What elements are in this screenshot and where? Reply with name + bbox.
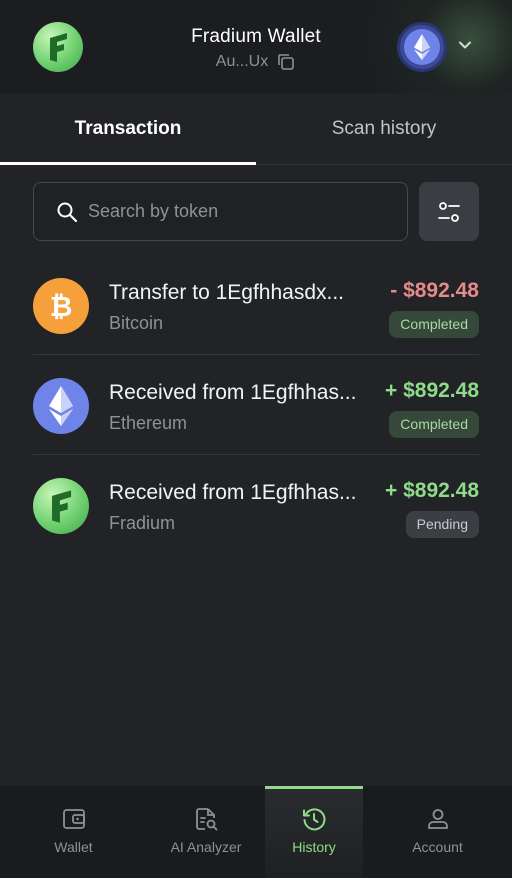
user-icon — [428, 809, 448, 829]
nav-wallet[interactable]: Wallet — [0, 786, 147, 878]
bitcoin-icon: ₿ — [33, 278, 89, 334]
status-badge: Pending — [405, 511, 479, 538]
app-title: Fradium Wallet — [191, 26, 321, 47]
transaction-title: Received from 1Egfhhas... — [109, 381, 357, 404]
nav-account[interactable]: Account — [363, 786, 512, 878]
search-input[interactable] — [88, 183, 398, 240]
fradium-logo-icon — [33, 22, 83, 72]
transaction-token: Bitcoin — [109, 313, 164, 333]
transaction-row[interactable]: ₿ Transfer to 1Egfhhasdx... Bitcoin - $8… — [33, 255, 479, 355]
tab-scan-history[interactable]: Scan history — [256, 93, 512, 165]
transaction-token: Fradium — [109, 513, 176, 533]
nav-label: Wallet — [54, 839, 93, 855]
transaction-amount: + $892.48 — [384, 379, 479, 402]
transaction-token: Ethereum — [109, 413, 188, 433]
svg-text:₿: ₿ — [50, 290, 73, 323]
bottom-navigation: Wallet AI Analyzer History Account — [0, 786, 512, 878]
nav-label: AI Analyzer — [170, 839, 242, 855]
filter-sliders-icon — [438, 202, 460, 222]
nav-label: Account — [412, 839, 463, 855]
status-badge: Completed — [389, 311, 479, 338]
active-nav-indicator — [265, 786, 363, 789]
transaction-row[interactable]: Received from 1Egfhhas... Fradium + $892… — [33, 455, 479, 555]
transaction-title: Received from 1Egfhhas... — [109, 481, 357, 504]
transaction-amount: + $892.48 — [384, 479, 479, 502]
ethereum-icon — [404, 29, 440, 65]
nav-history[interactable]: History — [265, 786, 363, 878]
nav-ai-analyzer[interactable]: AI Analyzer — [147, 786, 265, 878]
transaction-row[interactable]: Received from 1Egfhhas... Ethereum + $89… — [33, 355, 479, 455]
search-icon — [57, 202, 78, 223]
nav-label: History — [292, 839, 336, 855]
transaction-amount: - $892.48 — [390, 279, 479, 302]
wallet-address: Au...Ux — [215, 53, 269, 70]
ethereum-icon — [33, 378, 89, 434]
active-tab-indicator — [0, 162, 256, 165]
app-header: Fradium Wallet Au...Ux — [0, 0, 512, 93]
wallet-icon — [63, 809, 85, 829]
tab-transaction[interactable]: Transaction — [0, 93, 256, 165]
filter-button[interactable] — [419, 182, 479, 241]
chevron-down-icon[interactable] — [456, 36, 474, 54]
copy-icon[interactable] — [276, 52, 296, 72]
fradium-icon — [33, 478, 89, 534]
search-box — [33, 182, 408, 241]
history-icon — [303, 808, 326, 831]
network-selector-button[interactable] — [397, 22, 447, 72]
document-search-icon — [196, 808, 218, 831]
transaction-title: Transfer to 1Egfhhasdx... — [109, 281, 345, 304]
tab-bar: Transaction Scan history — [0, 93, 512, 165]
status-badge: Completed — [389, 411, 479, 438]
